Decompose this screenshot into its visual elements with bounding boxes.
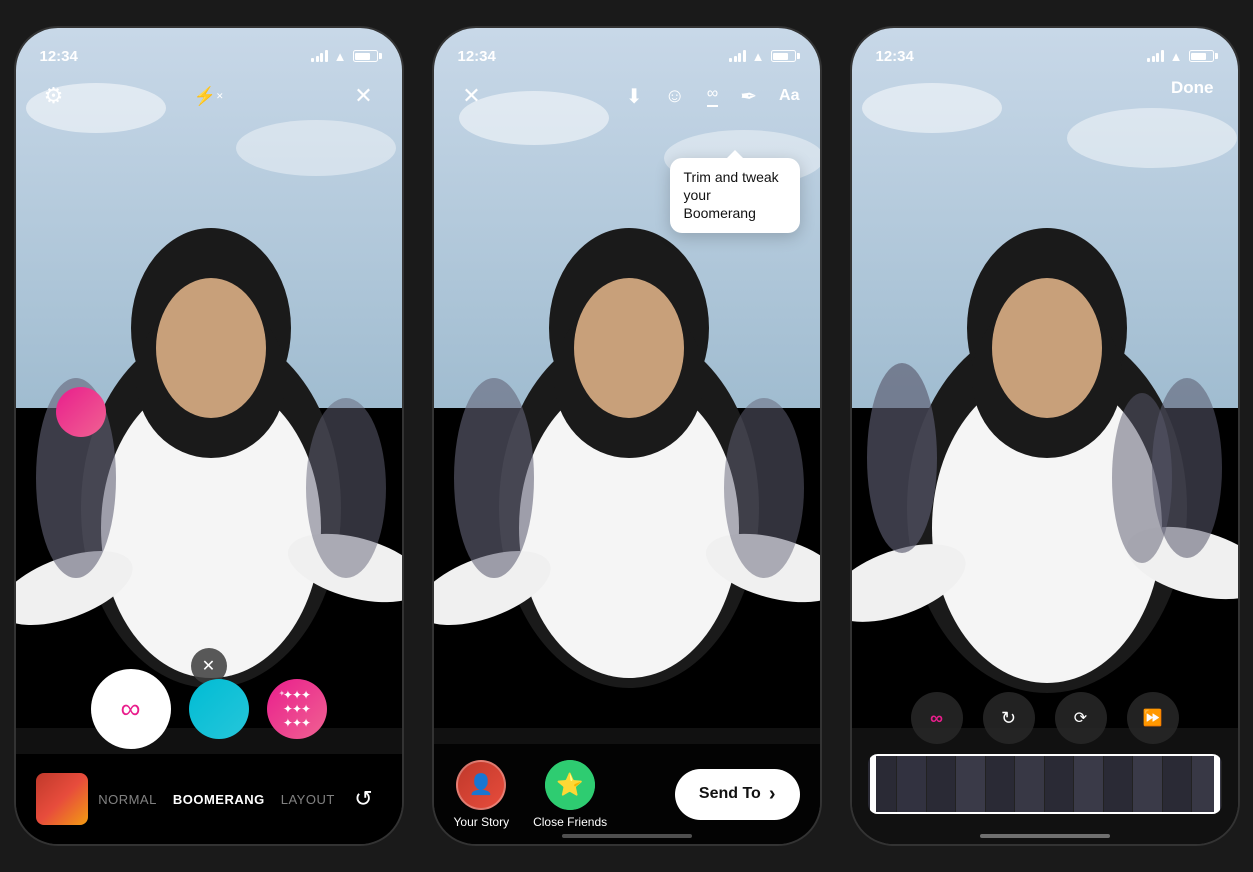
bottom-share-bar: 👤 Your Story ⭐ Close Friends Send To ›: [434, 744, 820, 844]
slowmo-btn[interactable]: ⏩: [1127, 692, 1179, 744]
phone1-top-controls: ⚙ ⚡✕ ✕: [16, 78, 402, 114]
phone3-top-controls: Done: [852, 78, 1238, 98]
close-friends-label: Close Friends: [533, 815, 607, 829]
send-to-button[interactable]: Send To ›: [675, 769, 800, 820]
status-icons-2: ▲: [729, 49, 795, 64]
battery-icon-2: [771, 50, 796, 62]
share-targets: 👤 Your Story ⭐ Close Friends: [454, 760, 608, 829]
scribble-icon[interactable]: ✒: [740, 84, 757, 109]
share-your-story[interactable]: 👤 Your Story: [454, 760, 510, 829]
status-bar-2: 12:34 ▲: [434, 28, 820, 72]
home-indicator-3: [980, 834, 1110, 838]
signal-icon-3: [1147, 50, 1164, 62]
signal-icon-1: [311, 50, 328, 62]
your-story-label: Your Story: [454, 815, 510, 829]
loop-icon: ↻: [1001, 708, 1016, 729]
phone-3: 12:34 ▲ Done ∞ ↻ ⟳: [850, 26, 1240, 846]
frame-6: [1015, 754, 1045, 814]
status-time-3: 12:34: [876, 48, 914, 65]
boomerang-sparkle-btn[interactable]: ✦✦✦✦✦✦✦✦✦: [267, 679, 327, 739]
status-icons-1: ▲: [311, 49, 377, 64]
timeline-frames: [868, 754, 1222, 814]
frame-2: [897, 754, 927, 814]
status-bar-1: 12:34 ▲: [16, 28, 402, 72]
infinity-pink-icon: ∞: [930, 708, 943, 729]
phone2-top-controls: ✕ ⬇ ☺ ∞ ✒ Aa: [434, 78, 820, 114]
status-time-1: 12:34: [40, 48, 78, 65]
mode-boomerang[interactable]: BOOMERANG: [173, 792, 265, 807]
sticker-element[interactable]: [56, 387, 106, 437]
close-icon[interactable]: ✕: [346, 78, 382, 114]
wifi-icon-3: ▲: [1170, 49, 1183, 64]
frame-7: [1045, 754, 1075, 814]
phone2-background: [434, 28, 820, 844]
frame-8: [1074, 754, 1104, 814]
close-icon-2[interactable]: ✕: [454, 78, 490, 114]
phone2-toolbar: ⬇ ☺ ∞ ✒ Aa: [626, 84, 800, 109]
mode-normal[interactable]: NORMAL: [98, 792, 157, 807]
download-icon[interactable]: ⬇: [626, 84, 643, 109]
share-close-friends[interactable]: ⭐ Close Friends: [533, 760, 607, 829]
infinity-icon: ∞: [121, 693, 141, 725]
timeline-scrubber[interactable]: [868, 754, 1222, 814]
mode-tabs: NORMAL BOOMERANG LAYOUT: [98, 792, 335, 807]
echo-icon: ⟳: [1074, 708, 1087, 728]
signal-icon-2: [729, 50, 746, 62]
tooltip-text: Trim and tweak your Boomerang: [684, 169, 779, 221]
frame-10: [1133, 754, 1163, 814]
text-icon[interactable]: Aa: [779, 87, 799, 105]
bottom-bar-1: NORMAL BOOMERANG LAYOUT ↺: [16, 754, 402, 844]
timeline-border-top: [874, 754, 1216, 756]
home-indicator-2: [562, 834, 692, 838]
frame-3: [927, 754, 957, 814]
boomerang-main-btn[interactable]: ∞: [91, 669, 171, 749]
loop-btn[interactable]: ↻: [983, 692, 1035, 744]
echo-btn[interactable]: ⟳: [1055, 692, 1107, 744]
wifi-icon-1: ▲: [334, 49, 347, 64]
boomerang-selector: ∞ ✦✦✦✦✦✦✦✦✦: [16, 669, 402, 749]
status-time-2: 12:34: [458, 48, 496, 65]
flip-camera-icon[interactable]: ↺: [345, 781, 381, 817]
green-star-icon: ⭐: [545, 760, 595, 810]
tooltip: Trim and tweak your Boomerang: [670, 158, 800, 233]
boomerang-trim-icon[interactable]: ∞: [707, 85, 718, 107]
slowmo-icon: ⏩: [1143, 708, 1163, 728]
frame-4: [956, 754, 986, 814]
settings-icon[interactable]: ⚙: [36, 78, 72, 114]
battery-icon-1: [353, 50, 378, 62]
battery-icon-3: [1189, 50, 1214, 62]
thumbnail-preview[interactable]: [36, 773, 88, 825]
playback-controls: ∞ ↻ ⟳ ⏩: [852, 692, 1238, 744]
phone-2: 12:34 ▲ ✕ ⬇ ☺ ∞ ✒ Aa T: [432, 26, 822, 846]
timeline-handle-left[interactable]: [870, 754, 876, 814]
status-bar-3: 12:34 ▲: [852, 28, 1238, 72]
send-to-label: Send To: [699, 785, 761, 803]
frame-9: [1104, 754, 1134, 814]
your-story-avatar: 👤: [456, 760, 506, 810]
frame-11: [1163, 754, 1193, 814]
timeline-handle-right[interactable]: [1214, 754, 1220, 814]
status-icons-3: ▲: [1147, 49, 1213, 64]
frame-5: [986, 754, 1016, 814]
wifi-icon-2: ▲: [752, 49, 765, 64]
infinity-playback-btn[interactable]: ∞: [911, 692, 963, 744]
flash-icon[interactable]: ⚡✕: [191, 78, 227, 114]
done-button[interactable]: Done: [1171, 78, 1214, 98]
face-effects-icon[interactable]: ☺: [664, 85, 684, 108]
boomerang-teal-btn[interactable]: [189, 679, 249, 739]
mode-layout[interactable]: LAYOUT: [281, 792, 335, 807]
close-friends-avatar: ⭐: [545, 760, 595, 810]
timeline-border-bottom: [874, 812, 1216, 814]
send-to-chevron: ›: [769, 783, 776, 806]
phone-1: 12:34 ▲ ⚙ ⚡✕ ✕ ✕ ∞: [14, 26, 404, 846]
